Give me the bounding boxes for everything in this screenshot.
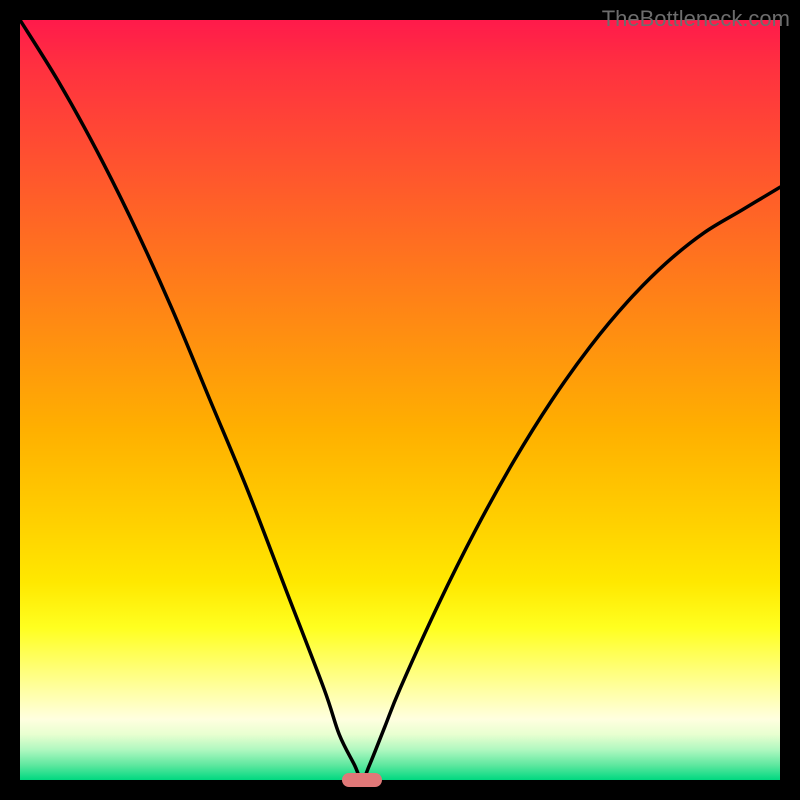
curve-path — [20, 20, 780, 780]
chart-container: TheBottleneck.com — [0, 0, 800, 800]
watermark-text: TheBottleneck.com — [602, 6, 790, 32]
plot-area — [20, 20, 780, 780]
minimum-marker — [342, 773, 382, 787]
bottleneck-curve — [20, 20, 780, 780]
